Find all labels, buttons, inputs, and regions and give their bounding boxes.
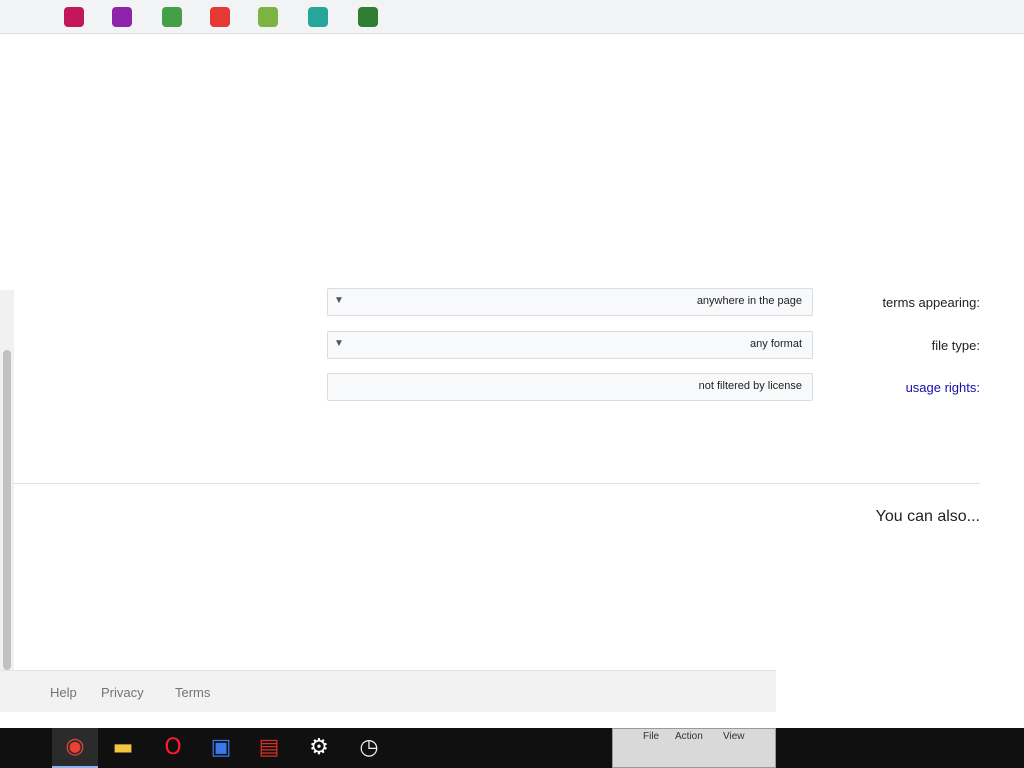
tab-favicon-icon[interactable] [258,7,278,27]
taskbar-toolbox-button[interactable]: ▤ [246,728,292,768]
preview-view-menu: View [723,731,745,742]
opera-icon: O [164,735,182,760]
taskbar-opera-button[interactable]: O [150,728,196,768]
taskbar-clock-button[interactable]: ◷ [346,728,392,768]
scrollbar-thumb[interactable] [3,350,11,670]
tab-favicon-icon[interactable] [112,7,132,27]
tab-favicon-icon[interactable] [162,7,182,27]
taskbar-folder-button[interactable]: ▬ [100,728,146,768]
page-footer: Help Privacy Terms [0,670,776,712]
section-divider [14,483,980,484]
usage-rights-select[interactable]: not filtered by license [327,373,813,401]
chevron-down-icon: ▼ [334,338,344,349]
tab-favicon-icon[interactable] [64,7,84,27]
taskbar-chrome-button[interactable]: ◉ [52,728,98,768]
taskbar: ◉ ▬ O ▣ ▤ ⚙ ◷ [0,728,1024,768]
browser-tab-strip [0,0,1024,34]
terms-link[interactable]: Terms [175,685,210,700]
preview-action-menu: Action [675,731,703,742]
terms-appearing-select[interactable]: ▼ anywhere in the page [327,288,813,316]
file-type-label: file type: [931,338,980,353]
search-settings-panel: ▼ anywhere in the page terms appearing: … [0,60,1024,490]
screen: ▼ anywhere in the page terms appearing: … [0,0,1024,768]
usage-rights-value: not filtered by license [698,380,802,392]
taskbar-control-panel-button[interactable]: ▣ [198,728,244,768]
terms-appearing-value: anywhere in the page [696,295,802,307]
control-panel-icon: ▣ [210,735,232,760]
usage-rights-row: not filtered by license usage rights: [0,373,1024,403]
chevron-down-icon: ▼ [334,295,344,306]
file-type-select[interactable]: ▼ any format [327,331,813,359]
tab-favicon-icon[interactable] [210,7,230,27]
file-type-value: any format [750,338,802,350]
folder-icon: ▬ [112,735,134,760]
taskbar-window-preview[interactable]: File Action View [612,728,776,768]
preview-file-menu: File [643,731,660,742]
help-link[interactable]: Help [50,685,77,700]
clock-icon: ◷ [359,735,379,760]
you-can-also-heading: You can also... [875,508,980,525]
terms-appearing-label: terms appearing: [882,295,980,310]
file-type-row: ▼ any format file type: [0,331,1024,361]
page-scrollbar[interactable] [0,290,14,710]
chrome-icon: ◉ [65,734,85,759]
tab-favicon-icon[interactable] [358,7,378,27]
privacy-link[interactable]: Privacy [101,685,144,700]
terms-appearing-row: ▼ anywhere in the page terms appearing: [0,288,1024,318]
gear-icon: ⚙ [309,735,329,760]
usage-rights-link[interactable]: usage rights: [906,380,980,395]
toolbox-icon: ▤ [258,735,280,760]
taskbar-settings-button[interactable]: ⚙ [296,728,342,768]
tab-favicon-icon[interactable] [308,7,328,27]
